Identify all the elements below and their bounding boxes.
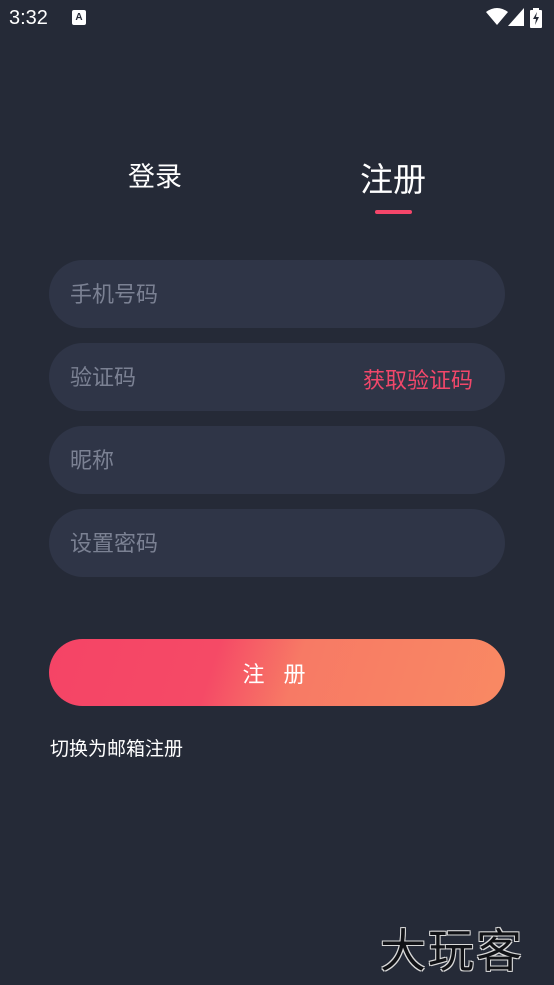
get-code-button[interactable]: 获取验证码	[363, 363, 473, 395]
phone-field	[49, 260, 505, 330]
watermark-logo: 大玩客	[380, 924, 524, 978]
nickname-field	[49, 426, 505, 496]
nickname-input[interactable]	[68, 426, 342, 496]
signal-icon	[508, 8, 524, 26]
active-tab-indicator	[375, 210, 412, 214]
password-field	[49, 509, 505, 579]
verification-code-input[interactable]	[68, 343, 342, 413]
phone-input[interactable]	[68, 260, 342, 330]
tab-login[interactable]: 登录	[105, 155, 205, 201]
status-bar: 3:32 A	[0, 0, 554, 38]
battery-charging-icon	[530, 8, 542, 28]
verification-code-field: 获取验证码	[49, 343, 505, 413]
password-input[interactable]	[68, 509, 342, 579]
switch-to-email-register-link[interactable]: 切换为邮箱注册	[50, 734, 183, 761]
notification-icon: A	[72, 10, 86, 25]
notification-icon-letter: A	[75, 12, 83, 23]
tab-register[interactable]: 注册	[343, 153, 443, 199]
register-button[interactable]: 注 册	[49, 639, 505, 706]
status-time: 3:32	[9, 7, 48, 29]
wifi-icon	[486, 8, 508, 25]
